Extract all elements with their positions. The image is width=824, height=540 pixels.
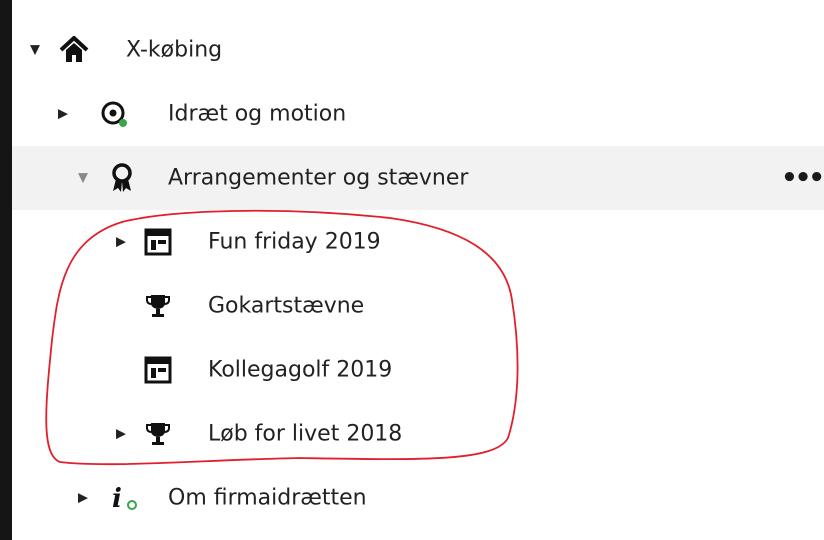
svg-text:i: i [112, 484, 122, 513]
tree-node-gokartstaevne[interactable]: Gokartstævne [12, 274, 824, 338]
caret-right-icon[interactable]: ▶ [58, 108, 68, 121]
tree-node-label: Løb for livet 2018 [208, 421, 403, 447]
tree-node-kollegagolf-2019[interactable]: Kollegagolf 2019 [12, 338, 824, 402]
calendar-page-icon [142, 354, 174, 386]
tree-node-root[interactable]: ▼ X-købing [12, 18, 824, 82]
more-options-icon[interactable]: ••• [781, 163, 824, 193]
caret-right-icon[interactable]: ▶ [116, 428, 126, 441]
sport-target-icon [98, 98, 130, 130]
tree-node-idraet-og-motion[interactable]: ▶ Idræt og motion [12, 82, 824, 146]
caret-right-icon[interactable]: ▶ [116, 236, 126, 249]
tree-node-om-firmaidraetten[interactable]: ▶ i Om firmaidrætten [12, 466, 824, 530]
caret-right-icon[interactable]: ▶ [78, 492, 88, 505]
tree-node-fun-friday-2019[interactable]: ▶ Fun friday 2019 [12, 210, 824, 274]
trophy-icon [142, 290, 174, 322]
trophy-icon [142, 418, 174, 450]
left-edge-bar [0, 0, 12, 540]
tree-node-arrangementer[interactable]: ▼ Arrangementer og stævner ••• [12, 146, 824, 210]
tree-node-label: Om firmaidrætten [168, 485, 367, 511]
info-icon: i [108, 482, 140, 514]
award-icon [106, 162, 138, 194]
home-icon [58, 34, 90, 66]
tree-node-label: Arrangementer og stævner [168, 165, 469, 191]
tree-node-label: Fun friday 2019 [208, 229, 381, 255]
tree-node-label: Idræt og motion [168, 101, 347, 127]
tree-node-label: X-købing [126, 37, 223, 63]
calendar-page-icon [142, 226, 174, 258]
caret-down-icon[interactable]: ▼ [30, 44, 40, 57]
tree-node-label: Kollegagolf 2019 [208, 357, 393, 383]
folder-tree: ▼ X-købing ▶ Idræt og motion ▼ Arrangeme… [12, 0, 824, 540]
caret-down-icon[interactable]: ▼ [78, 172, 88, 185]
tree-node-lob-for-livet-2018[interactable]: ▶ Løb for livet 2018 [12, 402, 824, 466]
tree-node-label: Gokartstævne [208, 293, 365, 319]
